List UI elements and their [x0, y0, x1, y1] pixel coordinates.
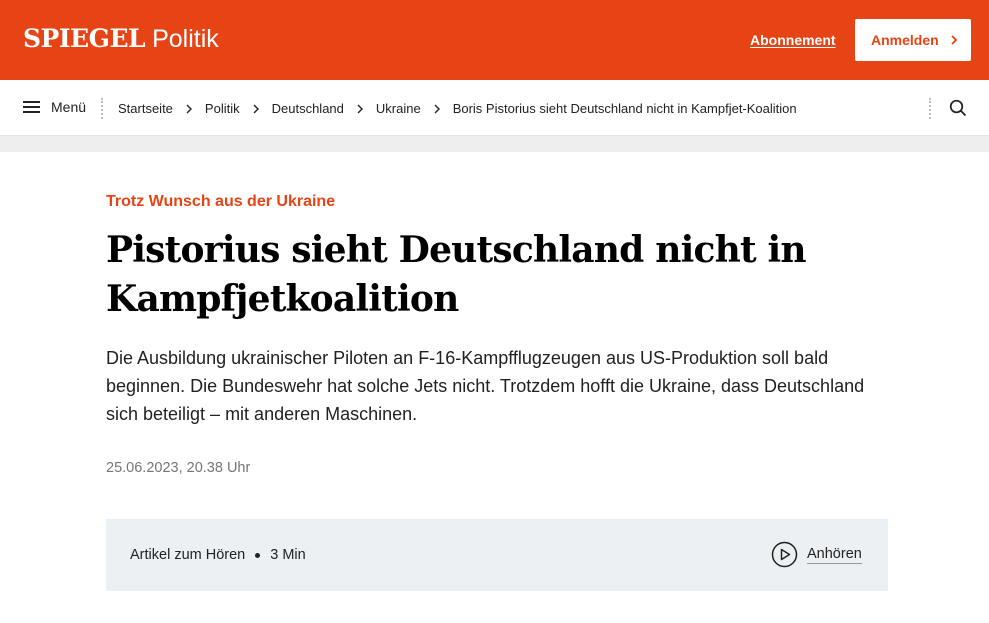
- article-date: 25.06.2023, 20.38 Uhr: [106, 460, 251, 476]
- audio-label: Artikel zum Hören: [130, 547, 246, 563]
- article-kicker: Trotz Wunsch aus der Ukraine: [106, 193, 336, 210]
- chevron-right-icon: [357, 104, 363, 113]
- brand[interactable]: SPIEGEL Politik: [23, 24, 219, 54]
- chevron-right-icon: [434, 104, 440, 113]
- listen-label: Anhören: [807, 545, 862, 564]
- play-icon: [771, 541, 798, 568]
- breadcrumb-current: Boris Pistorius sieht Deutschland nicht …: [452, 101, 797, 116]
- audio-duration: 3 Min: [270, 547, 306, 563]
- breadcrumb-ukraine[interactable]: Ukraine: [376, 101, 421, 116]
- bullet-separator: [255, 552, 261, 558]
- audio-info: Artikel zum Hören 3 Min: [130, 547, 306, 563]
- login-button[interactable]: Anmelden: [855, 19, 971, 61]
- chevron-right-icon: [186, 104, 192, 113]
- separator-band: [0, 136, 989, 152]
- subscribe-link[interactable]: Abonnement: [750, 32, 836, 48]
- divider: [929, 98, 931, 119]
- article-lead: Die Ausbildung ukrainischer Piloten an F…: [106, 348, 865, 424]
- listen-button[interactable]: Anhören: [771, 541, 862, 568]
- menu-label: Menü: [51, 99, 87, 115]
- breadcrumb-politik[interactable]: Politik: [205, 101, 240, 116]
- spiegel-logo[interactable]: SPIEGEL: [23, 24, 146, 53]
- breadcrumb-home[interactable]: Startseite: [118, 101, 173, 116]
- audio-player: Artikel zum Hören 3 Min Anhören: [106, 519, 888, 591]
- nav-bar: Menü Startseite Politik Deutschland Ukra…: [0, 80, 989, 136]
- article-headline: Pistorius sieht Deutschland nicht in Kam…: [106, 229, 807, 320]
- search-icon[interactable]: [949, 99, 967, 117]
- breadcrumb: Startseite Politik Deutschland Ukraine B…: [118, 101, 797, 116]
- breadcrumb-deutschland[interactable]: Deutschland: [272, 101, 344, 116]
- chevron-right-icon: [253, 104, 259, 113]
- top-bar: SPIEGEL Politik Abonnement Anmelden: [0, 0, 989, 80]
- login-button-label: Anmelden: [871, 32, 939, 48]
- hamburger-icon: [23, 101, 40, 113]
- menu-button[interactable]: Menü: [23, 99, 86, 115]
- divider: [101, 98, 103, 119]
- section-title[interactable]: Politik: [152, 25, 219, 54]
- chevron-right-icon: [951, 35, 958, 45]
